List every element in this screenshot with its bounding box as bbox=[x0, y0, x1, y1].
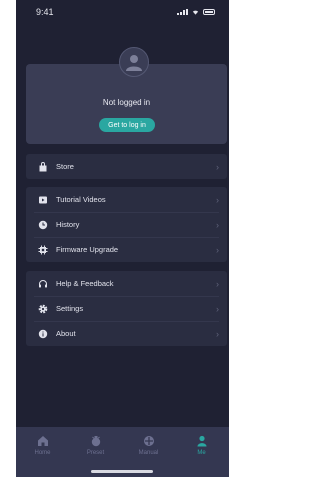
tab-home[interactable]: Home bbox=[16, 427, 69, 465]
flask-icon bbox=[90, 435, 102, 447]
menu-item-firmware-upgrade[interactable]: Firmware Upgrade › bbox=[26, 237, 227, 262]
login-status-text: Not logged in bbox=[102, 98, 151, 107]
tab-label: Me bbox=[197, 450, 206, 456]
app-screen: 9:41 Not logged in Get to log in Store › bbox=[16, 0, 229, 477]
status-icons bbox=[177, 8, 215, 15]
play-icon bbox=[38, 195, 48, 205]
chevron-right-icon: › bbox=[216, 328, 219, 339]
status-time: 9:41 bbox=[36, 7, 54, 17]
tab-preset[interactable]: Preset bbox=[69, 427, 122, 465]
tab-label: Home bbox=[34, 450, 51, 456]
tab-label: Preset bbox=[86, 450, 105, 456]
menu-item-store[interactable]: Store › bbox=[26, 154, 227, 179]
tab-manual[interactable]: Manual bbox=[122, 427, 175, 465]
house-icon bbox=[37, 435, 49, 447]
menu-label: Settings bbox=[56, 304, 84, 313]
signal-icon bbox=[177, 9, 188, 15]
menu-label: About bbox=[56, 329, 76, 338]
status-bar: 9:41 bbox=[16, 0, 229, 26]
chevron-right-icon: › bbox=[216, 303, 219, 314]
menu-label: History bbox=[56, 220, 80, 229]
menu-item-settings[interactable]: Settings › bbox=[26, 296, 227, 321]
menu-label: Help & Feedback bbox=[56, 279, 114, 288]
gear-icon bbox=[38, 304, 48, 314]
menu-group-media: Tutorial Videos › History › Firmware Upg… bbox=[26, 187, 227, 262]
chevron-right-icon: › bbox=[216, 278, 219, 289]
login-button[interactable]: Get to log in bbox=[99, 118, 155, 132]
avatar[interactable] bbox=[119, 47, 149, 77]
profile-card: Not logged in Get to log in bbox=[26, 64, 227, 144]
menu-label: Tutorial Videos bbox=[56, 195, 106, 204]
home-indicator[interactable] bbox=[91, 470, 153, 473]
clock-icon bbox=[38, 220, 48, 230]
chevron-right-icon: › bbox=[216, 194, 219, 205]
menu-label: Firmware Upgrade bbox=[56, 245, 119, 254]
menu-item-help-feedback[interactable]: Help & Feedback › bbox=[26, 271, 227, 296]
person-icon bbox=[196, 435, 208, 447]
chevron-right-icon: › bbox=[216, 219, 219, 230]
user-avatar-icon bbox=[126, 55, 142, 71]
menu-item-about[interactable]: About › bbox=[26, 321, 227, 346]
battery-icon bbox=[203, 9, 215, 15]
menu-group-support: Help & Feedback › Settings › About › bbox=[26, 271, 227, 346]
tab-label: Manual bbox=[138, 450, 159, 456]
chevron-right-icon: › bbox=[216, 244, 219, 255]
menu-item-tutorial-videos[interactable]: Tutorial Videos › bbox=[26, 187, 227, 212]
tab-me[interactable]: Me bbox=[175, 427, 228, 465]
chevron-right-icon: › bbox=[216, 161, 219, 172]
menu-group-store: Store › bbox=[26, 154, 227, 179]
wifi-icon bbox=[192, 10, 199, 15]
menu-label: Store bbox=[56, 162, 74, 171]
bag-icon bbox=[38, 161, 48, 172]
headset-icon bbox=[38, 279, 48, 289]
info-icon bbox=[38, 329, 48, 339]
chip-icon bbox=[38, 245, 48, 255]
menu-item-history[interactable]: History › bbox=[26, 212, 227, 237]
crosshair-icon bbox=[143, 435, 155, 447]
